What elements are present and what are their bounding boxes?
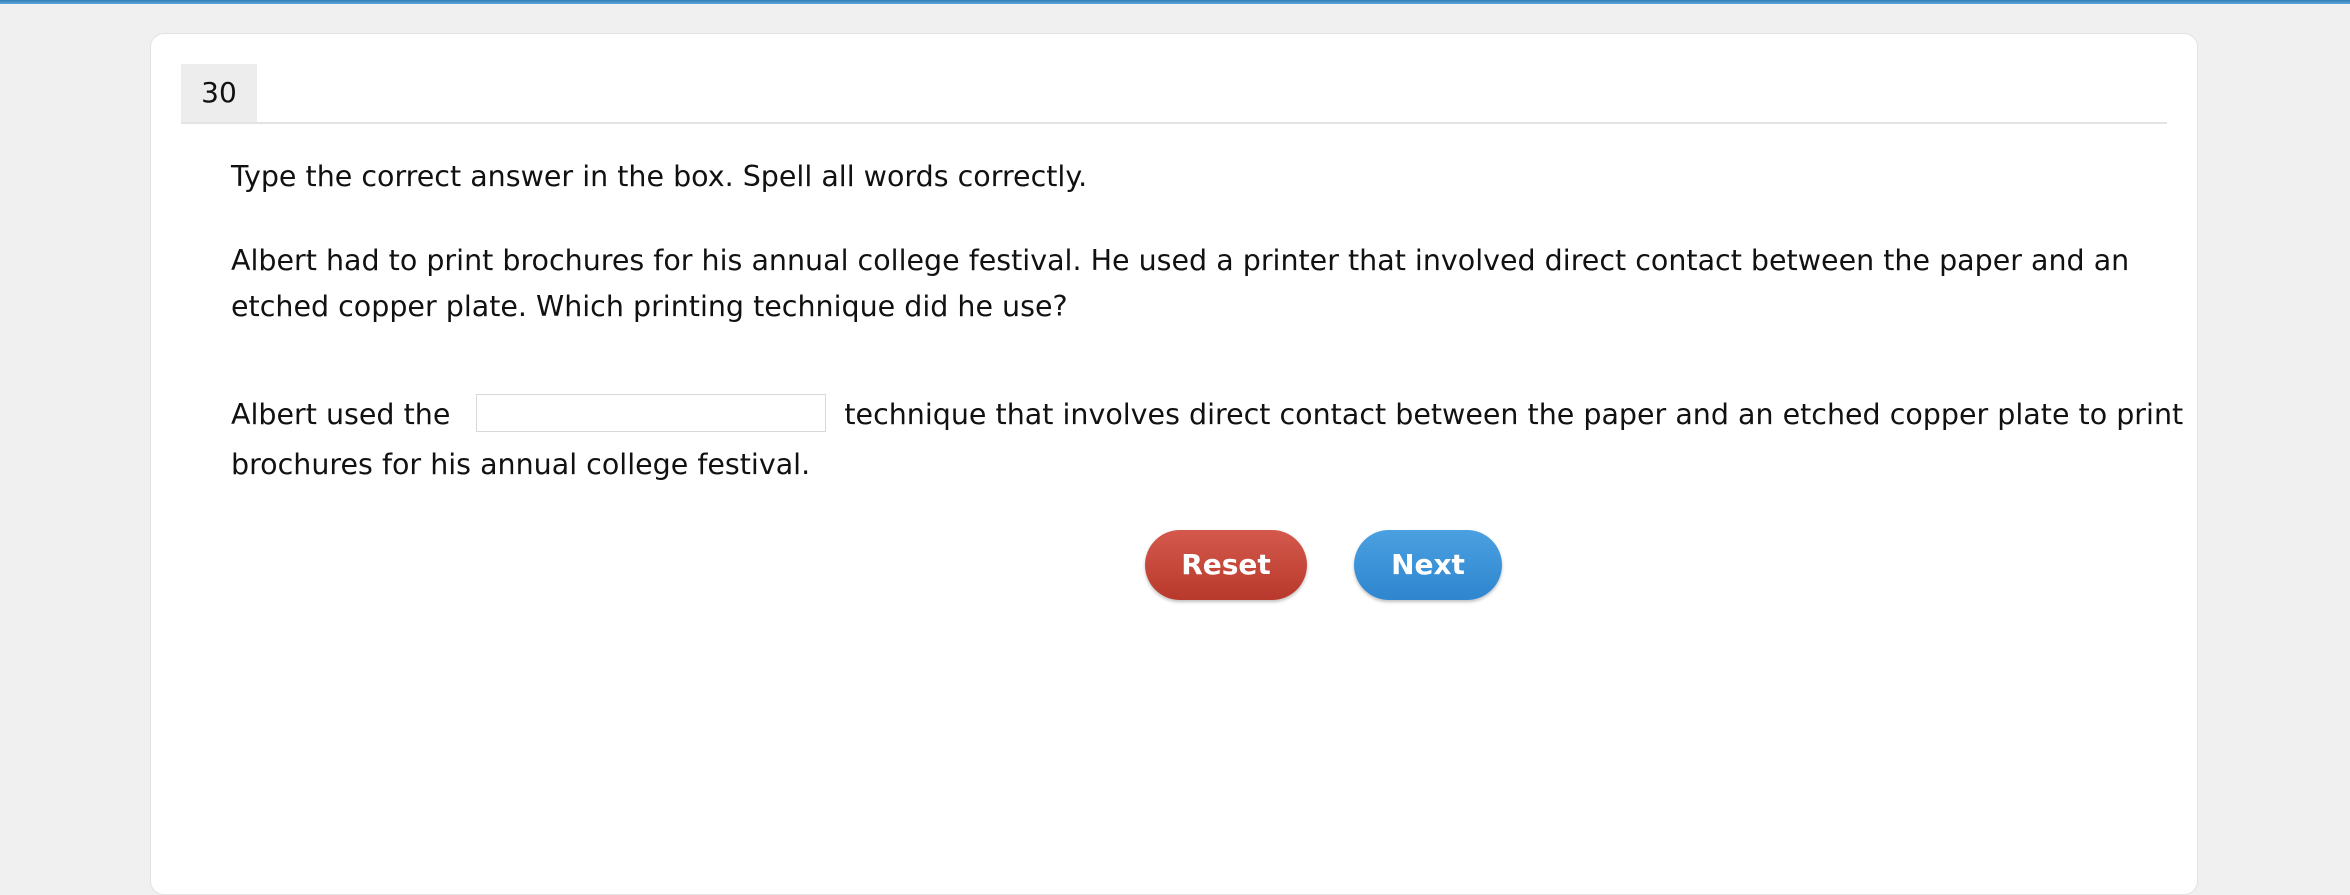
next-button[interactable]: Next	[1354, 530, 1502, 600]
answer-input[interactable]	[476, 394, 827, 432]
answer-suffix: technique that involves direct contact b…	[844, 398, 2184, 431]
answer-prefix: Albert used the	[231, 398, 451, 431]
answer-sentence: Albert used the technique that involves d…	[231, 390, 2191, 440]
answer-suffix-continued: brochures for his annual college festiva…	[231, 448, 811, 481]
question-prompt: Albert had to print brochures for his an…	[231, 244, 2130, 323]
top-accent-bar	[0, 0, 2350, 4]
question-header: 30	[181, 64, 2167, 124]
question-card: 30 Type the correct answer in the box. S…	[150, 33, 2198, 895]
reset-button[interactable]: Reset	[1145, 530, 1307, 600]
instruction-text: Type the correct answer in the box. Spel…	[231, 160, 1088, 193]
question-number: 30	[181, 64, 257, 122]
